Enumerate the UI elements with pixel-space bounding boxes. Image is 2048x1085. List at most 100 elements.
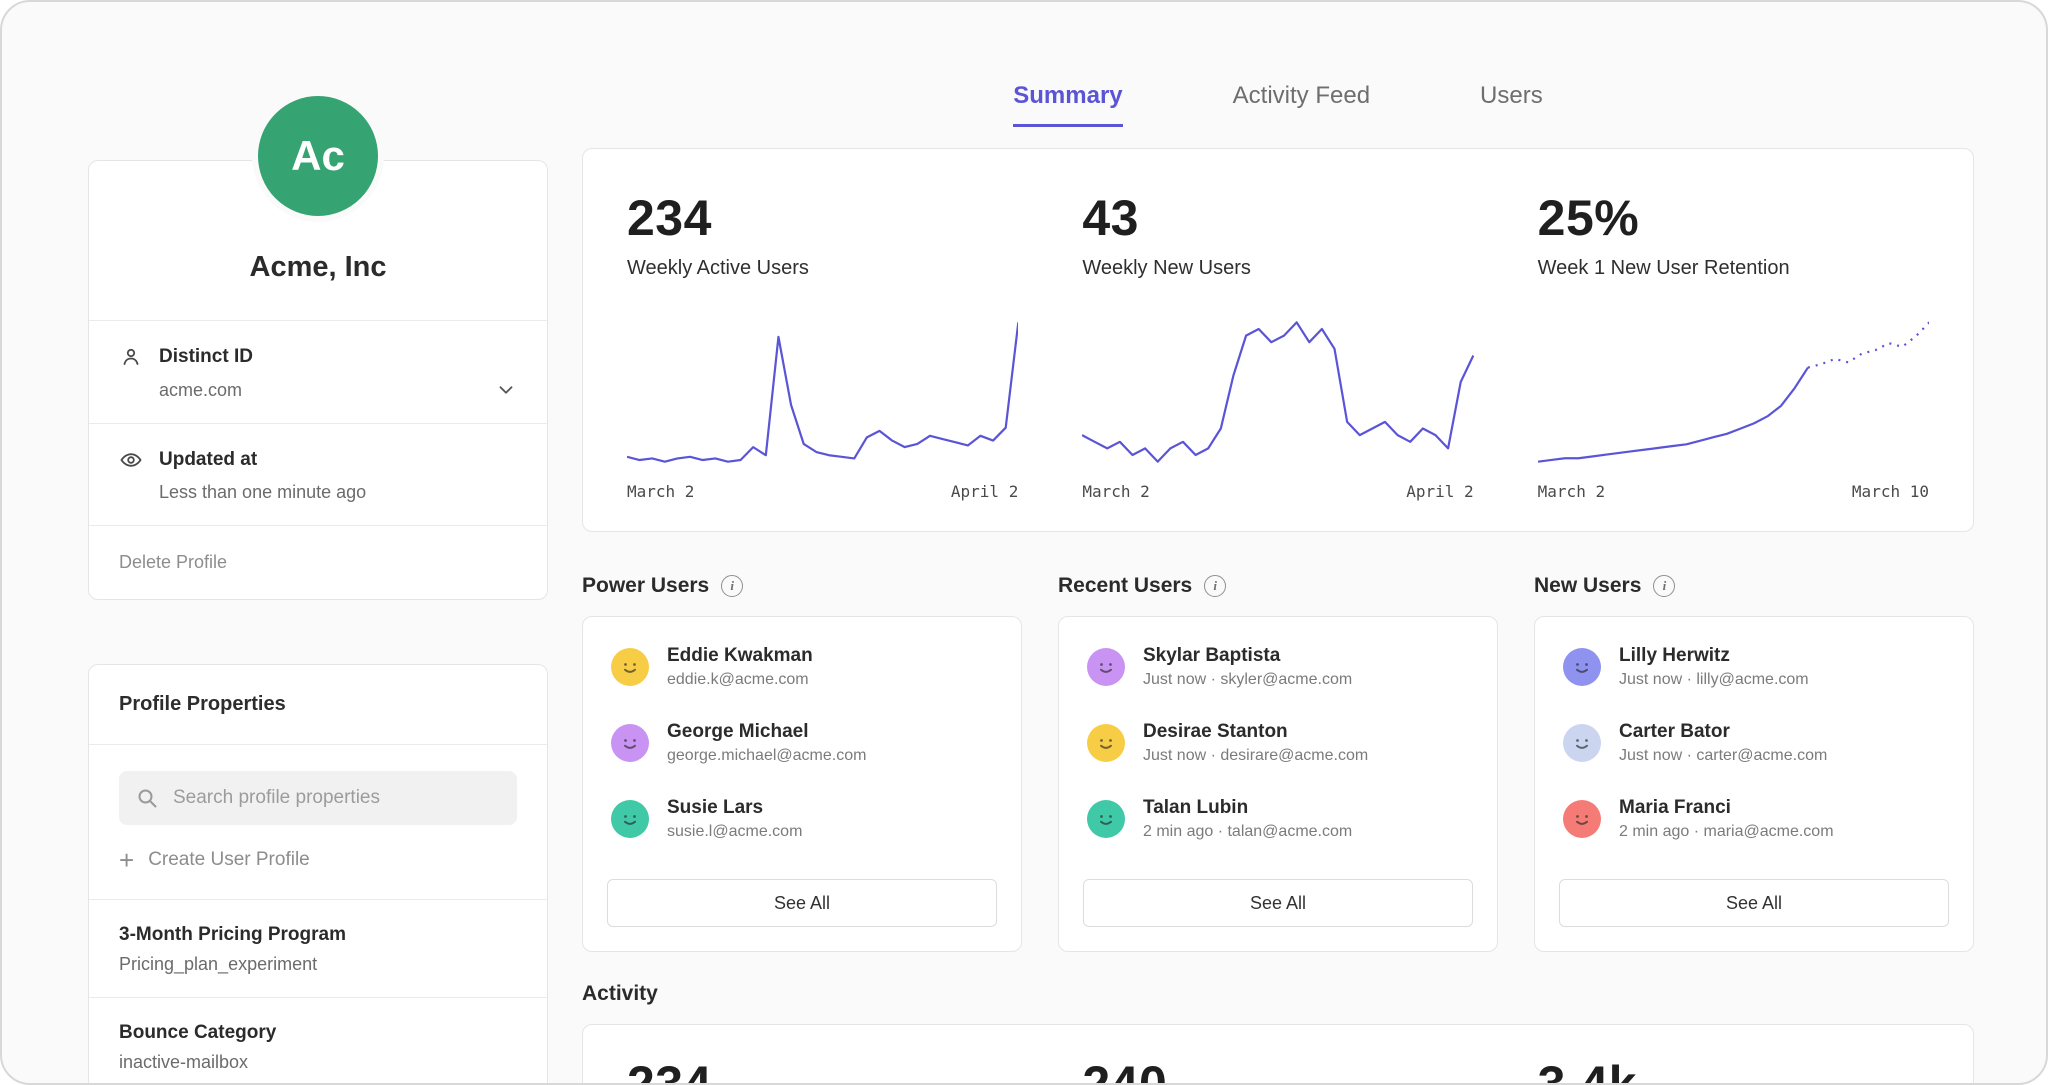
- user-meta: Just now · desirare@acme.com: [1143, 747, 1368, 765]
- user-avatar: [1087, 648, 1125, 686]
- create-user-profile-button[interactable]: + Create User Profile: [89, 841, 547, 900]
- property-name: Bounce Category: [119, 1022, 517, 1044]
- delete-profile-button[interactable]: Delete Profile: [89, 526, 547, 599]
- list-item[interactable]: Lilly Herwitz Just now · lilly@acme.com: [1535, 629, 1973, 705]
- user-name: Eddie Kwakman: [667, 645, 813, 667]
- company-avatar-initials: Ac: [291, 132, 345, 180]
- user-name: Talan Lubin: [1143, 797, 1352, 819]
- activity-stat: 240: [1082, 1055, 1473, 1085]
- user-meta: Just now · carter@acme.com: [1619, 747, 1827, 765]
- user-name: George Michael: [667, 721, 866, 743]
- recent-users-heading: Recent Users i: [1058, 574, 1498, 598]
- updated-at-row: Updated at Less than one minute ago: [89, 424, 547, 526]
- user-meta: 2 min ago · talan@acme.com: [1143, 823, 1352, 841]
- profile-properties-title: Profile Properties: [89, 665, 547, 745]
- activity-stats-card: 234 240 3.4k: [582, 1024, 1974, 1085]
- stat-label: Weekly New Users: [1082, 257, 1473, 280]
- power-users-title: Power Users: [582, 574, 709, 598]
- list-item[interactable]: Carter Bator Just now · carter@acme.com: [1535, 705, 1973, 781]
- x-tick-end: April 2: [1406, 482, 1473, 501]
- user-meta: 2 min ago · maria@acme.com: [1619, 823, 1834, 841]
- new-users-card: Lilly Herwitz Just now · lilly@acme.com …: [1534, 616, 1974, 952]
- user-avatar: [1087, 800, 1125, 838]
- smiley-face-icon: [1567, 728, 1597, 758]
- smiley-face-icon: [1091, 652, 1121, 682]
- list-item[interactable]: Maria Franci 2 min ago · maria@acme.com: [1535, 781, 1973, 857]
- profile-card: Acme, Inc Distinct ID acme.com: [88, 160, 548, 600]
- property-value: Pricing_plan_experiment: [119, 954, 517, 975]
- tab-bar: Summary Activity Feed Users: [582, 82, 1974, 148]
- info-icon[interactable]: i: [1653, 575, 1675, 597]
- updated-at-value: Less than one minute ago: [159, 482, 366, 503]
- distinct-id-row: Distinct ID acme.com: [89, 321, 547, 424]
- user-meta: susie.l@acme.com: [667, 823, 802, 841]
- search-profile-properties-input[interactable]: [119, 771, 517, 825]
- list-item[interactable]: Talan Lubin 2 min ago · talan@acme.com: [1059, 781, 1497, 857]
- user-avatar: [1087, 724, 1125, 762]
- distinct-id-value: acme.com: [159, 380, 242, 401]
- weekly-new-users-chart: [1082, 314, 1473, 470]
- list-item[interactable]: Desirae Stanton Just now · desirare@acme…: [1059, 705, 1497, 781]
- user-avatar: [611, 724, 649, 762]
- smiley-face-icon: [1567, 804, 1597, 834]
- updated-at-label: Updated at: [159, 449, 257, 471]
- power-users-heading: Power Users i: [582, 574, 1022, 598]
- property-item[interactable]: Bounce Category inactive-mailbox: [89, 998, 547, 1085]
- list-item[interactable]: Skylar Baptista Just now · skyler@acme.c…: [1059, 629, 1497, 705]
- stat-week1-retention: 25% Week 1 New User Retention March 2 Ma…: [1538, 189, 1929, 501]
- user-name: Carter Bator: [1619, 721, 1827, 743]
- user-name: Skylar Baptista: [1143, 645, 1352, 667]
- info-icon[interactable]: i: [721, 575, 743, 597]
- new-users-title: New Users: [1534, 574, 1641, 598]
- company-name: Acme, Inc: [109, 251, 527, 284]
- user-name: Maria Franci: [1619, 797, 1834, 819]
- list-item[interactable]: George Michael george.michael@acme.com: [583, 705, 1021, 781]
- user-lists-row: Power Users i Eddie Kwakman eddie.k@acme…: [582, 574, 1974, 952]
- distinct-id-value-row: acme.com: [159, 379, 517, 401]
- list-item[interactable]: Susie Lars susie.l@acme.com: [583, 781, 1021, 857]
- tab-users[interactable]: Users: [1480, 82, 1543, 127]
- user-meta: eddie.k@acme.com: [667, 671, 813, 689]
- x-tick-end: April 2: [951, 482, 1018, 501]
- see-all-button[interactable]: See All: [1559, 879, 1949, 927]
- stat-value: 240: [1082, 1055, 1473, 1085]
- stat-weekly-active-users: 234 Weekly Active Users March 2 April 2: [627, 189, 1018, 501]
- user-avatar: [611, 648, 649, 686]
- see-all-button[interactable]: See All: [607, 879, 997, 927]
- main-content: Summary Activity Feed Users 234 Weekly A…: [582, 82, 1974, 1085]
- list-item[interactable]: Eddie Kwakman eddie.k@acme.com: [583, 629, 1021, 705]
- stat-value: 25%: [1538, 189, 1929, 247]
- see-all-button[interactable]: See All: [1083, 879, 1473, 927]
- power-users-section: Power Users i Eddie Kwakman eddie.k@acme…: [582, 574, 1022, 952]
- search-icon: [135, 786, 159, 810]
- user-avatar: [611, 800, 649, 838]
- user-meta: Just now · skyler@acme.com: [1143, 671, 1352, 689]
- tab-summary[interactable]: Summary: [1013, 82, 1122, 127]
- recent-users-section: Recent Users i Skylar Baptista Just now …: [1058, 574, 1498, 952]
- activity-section-title: Activity: [582, 982, 1974, 1006]
- updated-at-label-row: Updated at: [119, 448, 517, 472]
- x-tick-start: March 2: [627, 482, 694, 501]
- stat-value: 234: [627, 189, 1018, 247]
- user-meta: Just now · lilly@acme.com: [1619, 671, 1809, 689]
- smiley-face-icon: [615, 652, 645, 682]
- user-avatar: [1563, 724, 1601, 762]
- summary-stats-card: 234 Weekly Active Users March 2 April 2 …: [582, 148, 1974, 532]
- user-name: Lilly Herwitz: [1619, 645, 1809, 667]
- smiley-face-icon: [615, 804, 645, 834]
- info-icon[interactable]: i: [1204, 575, 1226, 597]
- property-item[interactable]: 3-Month Pricing Program Pricing_plan_exp…: [89, 900, 547, 998]
- smiley-face-icon: [615, 728, 645, 758]
- tab-activity-feed[interactable]: Activity Feed: [1233, 82, 1370, 127]
- chevron-down-icon[interactable]: [495, 379, 517, 401]
- property-name: 3-Month Pricing Program: [119, 924, 517, 946]
- x-axis-ticks: March 2 March 10: [1538, 482, 1929, 501]
- stat-label: Weekly Active Users: [627, 257, 1018, 280]
- weekly-active-users-chart: [627, 314, 1018, 470]
- recent-users-title: Recent Users: [1058, 574, 1192, 598]
- updated-at-value-row: Less than one minute ago: [159, 482, 517, 503]
- new-users-heading: New Users i: [1534, 574, 1974, 598]
- x-axis-ticks: March 2 April 2: [627, 482, 1018, 501]
- recent-users-card: Skylar Baptista Just now · skyler@acme.c…: [1058, 616, 1498, 952]
- stat-weekly-new-users: 43 Weekly New Users March 2 April 2: [1082, 189, 1473, 501]
